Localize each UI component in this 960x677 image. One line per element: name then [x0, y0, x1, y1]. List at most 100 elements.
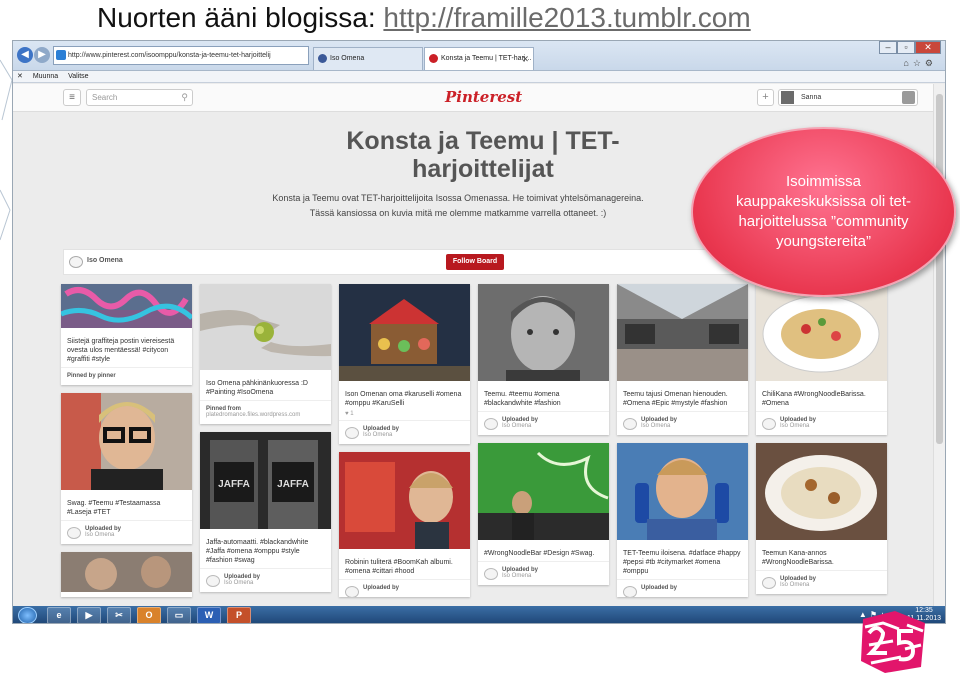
search-placeholder: Search [92, 93, 118, 102]
command-bar: ✕ Muunna Valitse [13, 71, 945, 83]
pin-attribution: Uploaded by Iso Omena [617, 411, 748, 435]
scrollbar-thumb[interactable] [936, 94, 943, 444]
pin-image-people [61, 552, 192, 592]
pin-uploader[interactable]: Iso Omena [85, 532, 186, 538]
tab-iso-omena[interactable]: Iso Omena [313, 47, 423, 70]
pin-card[interactable]: TET-Teemu iloisena. #datface #happy #pep… [617, 443, 748, 597]
svg-text:JAFFA: JAFFA [277, 479, 309, 490]
uploader-avatar[interactable] [206, 575, 220, 587]
select-menu[interactable]: Valitse [68, 73, 89, 80]
pin-card[interactable]: Teemu tajusi Omenan hienouden. #Omena #E… [617, 284, 748, 435]
maximize-icon[interactable]: ▫ [897, 41, 915, 54]
convert-menu[interactable]: Muunna [33, 73, 58, 80]
search-input[interactable]: Search ⚲ [86, 89, 193, 106]
pin-uploader[interactable]: Iso Omena [502, 573, 603, 579]
pin-attribution: Uploaded by Iso Omena [339, 420, 470, 444]
pin-description: Teemu. #teemu #omena #blackandwhite #fas… [484, 391, 561, 407]
pin-description: Ison Omenan oma #karuselli #omena #omppu… [345, 391, 462, 407]
uploader-avatar[interactable] [623, 586, 637, 597]
menu-icon[interactable]: ≡ [63, 89, 81, 106]
pin-image-chilikana [756, 284, 887, 381]
pin-image-kana-annos [756, 443, 887, 540]
pin-uploader[interactable]: Iso Omena [224, 580, 325, 586]
uploader-avatar[interactable] [762, 418, 776, 430]
pin-card[interactable]: Teemun Kana-annos #WrongNoodleBarissa. U… [756, 443, 887, 594]
address-bar[interactable]: http://www.pinterest.com/isoomppu/konsta… [53, 46, 309, 65]
board-title: Konsta ja Teemu | TET-harjoittelijat [346, 127, 620, 183]
uploader-avatar[interactable] [67, 527, 81, 539]
uploader-avatar[interactable] [345, 427, 359, 439]
pin-image-jaffa-machine: JAFFA JAFFA [200, 432, 331, 529]
search-icon[interactable]: ⚲ [181, 90, 188, 105]
window-controls: – ▫ ✕ [879, 41, 941, 54]
pin-uploader[interactable]: Iso Omena [780, 582, 881, 588]
close-bar-icon[interactable]: ✕ [17, 73, 23, 80]
pin-uploader[interactable]: Iso Omena [363, 432, 464, 438]
pin-description: Iso Omena pähkinänkuoressa :D #Painting … [206, 380, 308, 396]
notifications-icon[interactable] [902, 91, 915, 104]
uploader-avatar[interactable] [623, 418, 637, 430]
word-icon[interactable]: W [197, 607, 221, 623]
snipping-tool-icon[interactable]: ✂ [107, 607, 131, 623]
explorer-icon[interactable]: ▭ [167, 607, 191, 623]
tab-label: Konsta ja Teemu | TET-harj... [441, 55, 532, 62]
callout-bubble: Isoimmissa kauppakeskuksissa oli tet-har… [691, 127, 956, 297]
user-menu[interactable]: Sanna [778, 89, 918, 106]
pin-card[interactable] [61, 552, 192, 597]
pin-column-5: Teemu tajusi Omenan hienouden. #Omena #E… [617, 284, 748, 605]
pin-description: Jaffa-automaatti. #blackandwhite #Jaffa … [206, 539, 309, 564]
pin-card[interactable]: Teemu. #teemu #omena #blackandwhite #fas… [478, 284, 609, 435]
pinterest-logo[interactable]: Pinterest [445, 88, 522, 106]
close-tab-icon[interactable]: ✕ [521, 48, 529, 70]
follow-board-button[interactable]: Follow Board [446, 254, 504, 270]
pin-description: Robinin tuliterä #BoomKah albumi. #omena… [345, 559, 453, 575]
pin-card[interactable]: ChiliKana #WrongNoodleBarissa. #Omena Up… [756, 284, 887, 435]
pin-uploader[interactable]: Iso Omena [780, 423, 881, 429]
pin-attribution: Uploaded by Iso Omena [478, 561, 609, 585]
pin-image-mall-interior [617, 284, 748, 381]
scrollbar[interactable] [933, 84, 945, 606]
uploader-avatar[interactable] [345, 586, 359, 597]
internet-explorer-icon[interactable]: e [47, 607, 71, 623]
uploader-avatar[interactable] [484, 568, 498, 580]
pin-card[interactable]: Siistejä graffiteja postin viereisestä o… [61, 284, 192, 385]
pin-card[interactable]: JAFFA JAFFA Jaffa-automaatti. #blackandw… [200, 432, 331, 592]
pin-card[interactable]: Ison Omenan oma #karuselli #omena #omppu… [339, 284, 470, 444]
add-pin-button[interactable]: + [757, 89, 774, 106]
pin-attribution: Uploaded by [617, 579, 748, 597]
pin-card[interactable]: Robinin tuliterä #BoomKah albumi. #omena… [339, 452, 470, 597]
powerpoint-icon[interactable]: P [227, 607, 251, 623]
tab-pinterest[interactable]: Konsta ja Teemu | TET-harj... ✕ [424, 47, 534, 70]
outlook-icon[interactable]: O [137, 607, 161, 623]
pin-description: Teemun Kana-annos #WrongNoodleBarissa. [762, 550, 834, 566]
pin-image-noodle-bar [478, 443, 609, 540]
minimize-icon[interactable]: – [879, 41, 897, 54]
close-window-icon[interactable]: ✕ [915, 41, 941, 54]
media-player-icon[interactable]: ▶ [77, 607, 101, 623]
site-icon [56, 50, 66, 60]
pin-description: ChiliKana #WrongNoodleBarissa. #Omena [762, 391, 866, 407]
forward-icon[interactable]: ▶ [34, 47, 50, 63]
owner-avatar[interactable] [69, 256, 83, 268]
board-owner[interactable]: Iso Omena [87, 257, 123, 264]
pin-uploader[interactable]: Iso Omena [502, 423, 603, 429]
pin-source-label: Pinned by pinner [67, 373, 116, 379]
pin-card[interactable]: #WrongNoodleBar #Design #Swag. Uploaded … [478, 443, 609, 585]
pin-description: TET-Teemu iloisena. #datface #happy #pep… [623, 550, 741, 575]
pin-card[interactable]: Iso Omena pähkinänkuoressa :D #Painting … [200, 284, 331, 424]
uploader-avatar[interactable] [762, 577, 776, 589]
pin-card[interactable]: Swag. #Teemu #Testaamassa #Laseja #TET U… [61, 393, 192, 544]
pin-uploader[interactable]: Iso Omena [641, 423, 742, 429]
slide-title-link[interactable]: http://framille2013.tumblr.com [383, 2, 750, 33]
pin-source-domain[interactable]: platedromance.files.wordpress.com [206, 412, 325, 418]
pin-source-label: Uploaded by [363, 585, 400, 591]
pin-column-4: Teemu. #teemu #omena #blackandwhite #fas… [478, 284, 609, 593]
start-button[interactable] [18, 607, 37, 623]
back-icon[interactable]: ◀ [17, 47, 33, 63]
pin-source-label: Uploaded by [641, 585, 678, 591]
callout-text: Isoimmissa kauppakeskuksissa oli tet-har… [735, 173, 912, 250]
uploader-avatar[interactable] [484, 418, 498, 430]
ie-tools-icons[interactable]: ⌂☆⚙ [903, 58, 937, 69]
slide-title-text: Nuorten ääni blogissa: [97, 2, 384, 33]
pin-image-teemu-pepsi [617, 443, 748, 540]
